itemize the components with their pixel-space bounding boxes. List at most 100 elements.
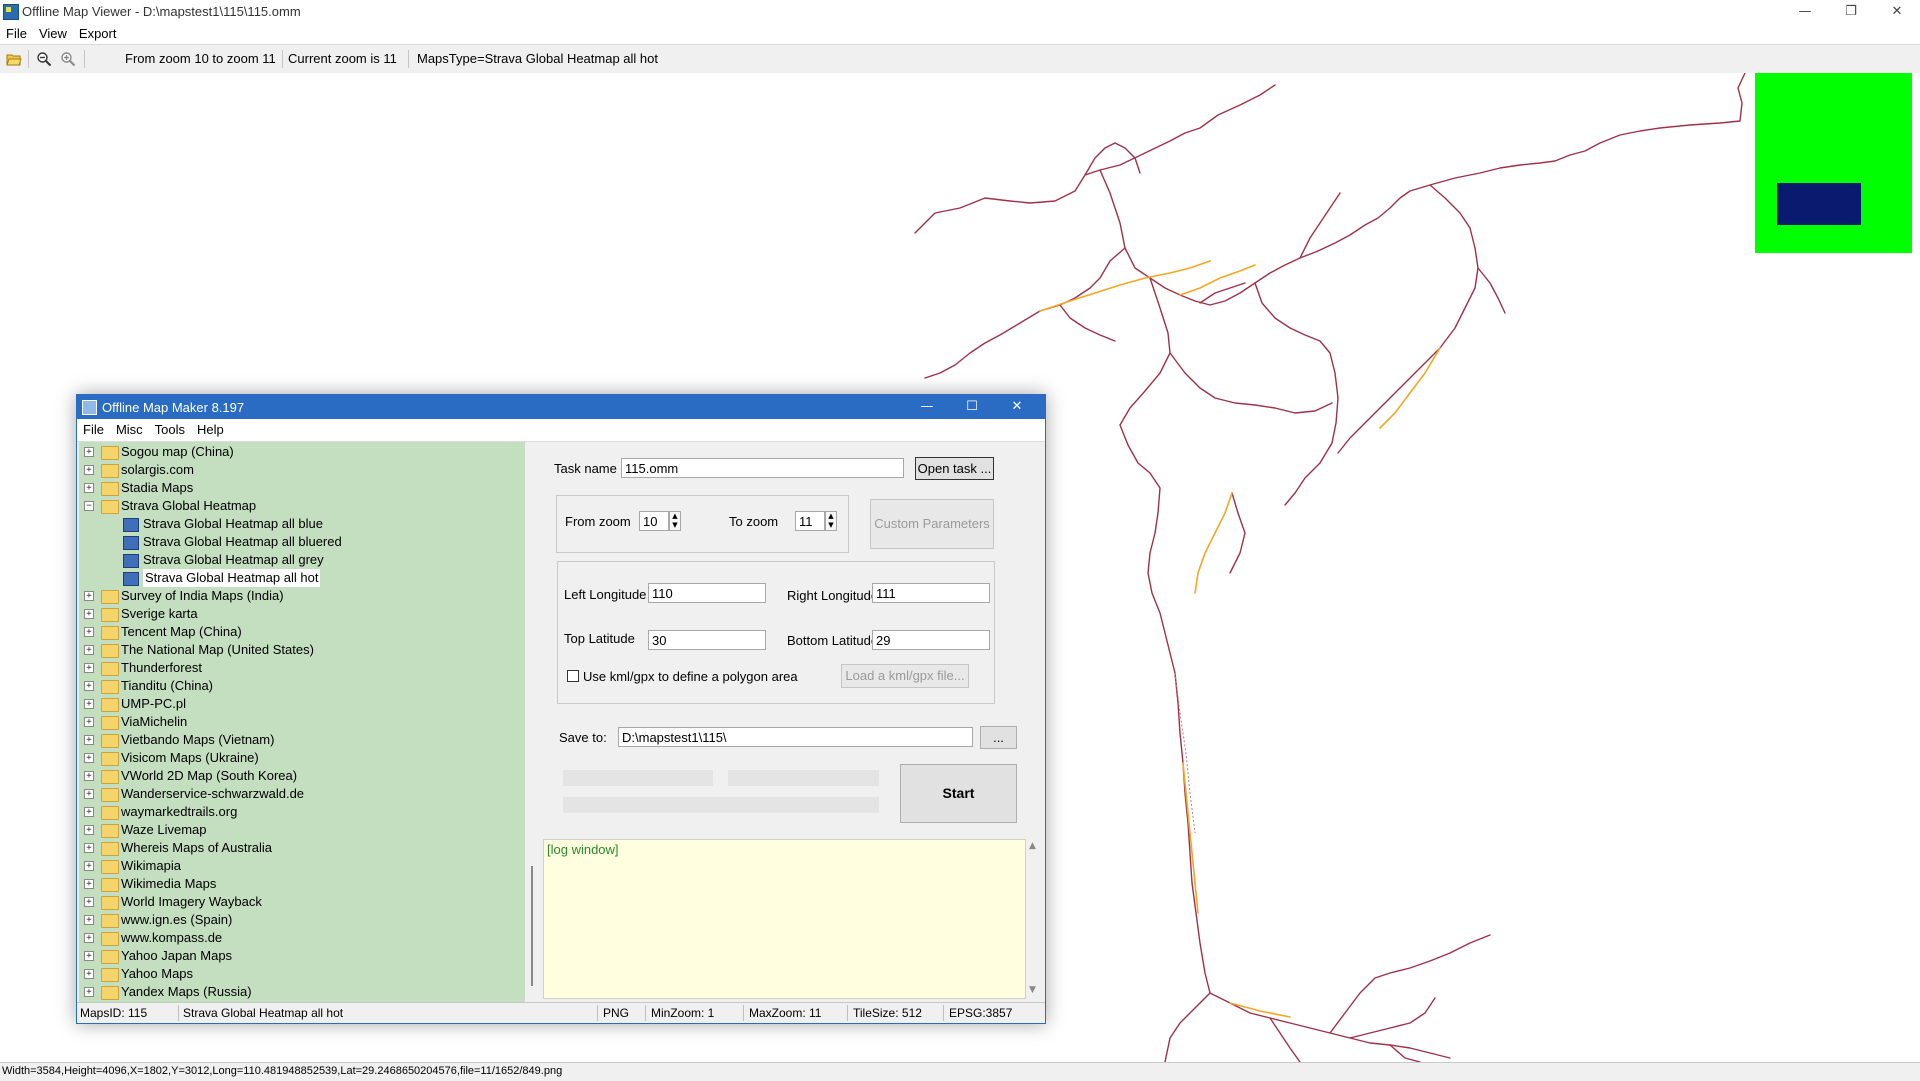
tree-scrollbar[interactable] (525, 442, 541, 1002)
expand-icon[interactable]: + (84, 933, 94, 943)
dialog-menu-file[interactable]: File (77, 419, 110, 441)
custom-parameters-button[interactable]: Custom Parameters (870, 499, 994, 549)
folder-icon (101, 698, 119, 712)
folder-open-icon[interactable] (6, 51, 22, 67)
to-zoom-stepper[interactable]: ▲ ▼ (825, 511, 837, 531)
start-button[interactable]: Start (900, 764, 1017, 823)
collapse-icon[interactable]: − (84, 501, 94, 511)
dialog-menu-misc[interactable]: Misc (110, 419, 149, 441)
expand-icon[interactable]: + (84, 879, 94, 889)
dialog-titlebar[interactable]: Offline Map Maker 8.197 — ☐ ✕ (77, 395, 1045, 419)
status-separator (743, 1005, 744, 1021)
expand-icon[interactable]: + (84, 465, 94, 475)
dialog-menu-help[interactable]: Help (191, 419, 230, 441)
tree-item-label: www.ign.es (Spain) (121, 912, 233, 927)
dialog-title: Offline Map Maker 8.197 (102, 400, 245, 415)
overview-viewport[interactable] (1777, 183, 1861, 225)
status-separator (597, 1005, 598, 1021)
map-icon (123, 572, 139, 586)
expand-icon[interactable]: + (84, 951, 94, 961)
status-separator (847, 1005, 848, 1021)
zoom-in-icon[interactable] (60, 51, 76, 67)
task-name-input[interactable]: 115.omm (621, 458, 904, 478)
browse-button[interactable]: ... (980, 726, 1017, 749)
from-zoom-input[interactable]: 10 (639, 511, 669, 531)
expand-icon[interactable]: + (84, 447, 94, 457)
expand-icon[interactable]: + (84, 771, 94, 781)
right-longitude-input[interactable]: 111 (872, 583, 990, 603)
expand-icon[interactable]: + (84, 987, 94, 997)
status-separator (178, 1005, 179, 1021)
task-name-label: Task name (554, 461, 617, 476)
status-text: Width=3584,Height=4096,X=1802,Y=3012,Lon… (2, 1065, 563, 1077)
menu-export[interactable]: Export (73, 24, 123, 44)
expand-icon[interactable]: + (84, 735, 94, 745)
folder-icon (101, 734, 119, 748)
dialog-maximize-button[interactable]: ☐ (952, 397, 992, 417)
expand-icon[interactable]: + (84, 699, 94, 709)
left-longitude-input[interactable]: 110 (648, 583, 766, 603)
tree-item-label: Waze Livemap (121, 822, 207, 837)
minimize-button[interactable]: — (1782, 2, 1828, 22)
expand-icon[interactable]: + (84, 663, 94, 673)
tree-item-label: Yahoo Maps (121, 966, 194, 981)
open-task-button[interactable]: Open task ... (915, 457, 994, 480)
use-kml-checkbox[interactable] (567, 670, 579, 682)
tree-item-label: Vietbando Maps (Vietnam) (121, 732, 275, 747)
log-scrollbar[interactable]: ▲ ▼ (1026, 839, 1043, 999)
expand-icon[interactable]: + (84, 717, 94, 727)
restore-button[interactable]: ❐ (1828, 2, 1874, 22)
overview-map[interactable] (1755, 73, 1912, 253)
menu-file[interactable]: File (0, 24, 33, 44)
to-zoom-input[interactable]: 11 (795, 511, 825, 531)
expand-icon[interactable]: + (84, 483, 94, 493)
scroll-up-icon[interactable]: ▲ (1029, 841, 1036, 851)
top-latitude-label: Top Latitude (564, 631, 635, 646)
expand-icon[interactable]: + (84, 591, 94, 601)
app-icon (3, 4, 19, 20)
folder-icon (101, 464, 119, 478)
expand-icon[interactable]: + (84, 681, 94, 691)
expand-icon[interactable]: + (84, 807, 94, 817)
expand-icon[interactable]: + (84, 915, 94, 925)
tree-item-label: ViaMichelin (121, 714, 188, 729)
dialog-close-button[interactable]: ✕ (997, 397, 1037, 417)
save-to-label: Save to: (559, 730, 607, 745)
close-button[interactable]: ✕ (1874, 2, 1920, 22)
expand-icon[interactable]: + (84, 789, 94, 799)
zoom-out-icon[interactable] (36, 51, 52, 67)
expand-icon[interactable]: + (84, 609, 94, 619)
tree-item-label: Yandex Maps (Russia) (121, 984, 252, 999)
top-latitude-input[interactable]: 30 (648, 630, 766, 650)
expand-icon[interactable]: + (84, 645, 94, 655)
tree-item-label: UMP-PC.pl (121, 696, 187, 711)
log-window[interactable]: [log window] (543, 839, 1026, 999)
folder-icon (101, 878, 119, 892)
expand-icon[interactable]: + (84, 627, 94, 637)
dialog-minimize-button[interactable]: — (907, 397, 947, 417)
current-zoom-text: Current zoom is 11 (288, 51, 397, 66)
folder-icon (101, 914, 119, 928)
expand-icon[interactable]: + (84, 753, 94, 763)
tree-scroll-thumb[interactable] (531, 866, 533, 986)
folder-icon (101, 788, 119, 802)
expand-icon[interactable]: + (84, 897, 94, 907)
save-to-input[interactable]: D:\mapstest1\115\ (618, 727, 973, 747)
maps-tree[interactable]: + Sogou map (China) + solargis.com + Stadia M… (79, 442, 525, 1002)
scroll-down-icon[interactable]: ▼ (1029, 985, 1036, 995)
status-max-zoom: MaxZoom: 11 (749, 1006, 822, 1020)
expand-icon[interactable]: + (84, 969, 94, 979)
expand-icon[interactable]: + (84, 843, 94, 853)
menu-view[interactable]: View (33, 24, 73, 44)
tree-item-label: Wanderservice-schwarzwald.de (121, 786, 305, 801)
dialog-menu-tools[interactable]: Tools (149, 419, 191, 441)
progress-bar-2 (728, 770, 879, 786)
expand-icon[interactable]: + (84, 825, 94, 835)
expand-icon[interactable]: + (84, 861, 94, 871)
offline-map-maker-dialog: Offline Map Maker 8.197 — ☐ ✕ File Misc To… (76, 394, 1046, 1024)
status-separator (645, 1005, 646, 1021)
bottom-latitude-input[interactable]: 29 (872, 630, 990, 650)
tree-item-label: Sverige karta (121, 606, 198, 621)
load-kml-button[interactable]: Load a kml/gpx file... (841, 664, 969, 688)
from-zoom-stepper[interactable]: ▲ ▼ (669, 511, 681, 531)
